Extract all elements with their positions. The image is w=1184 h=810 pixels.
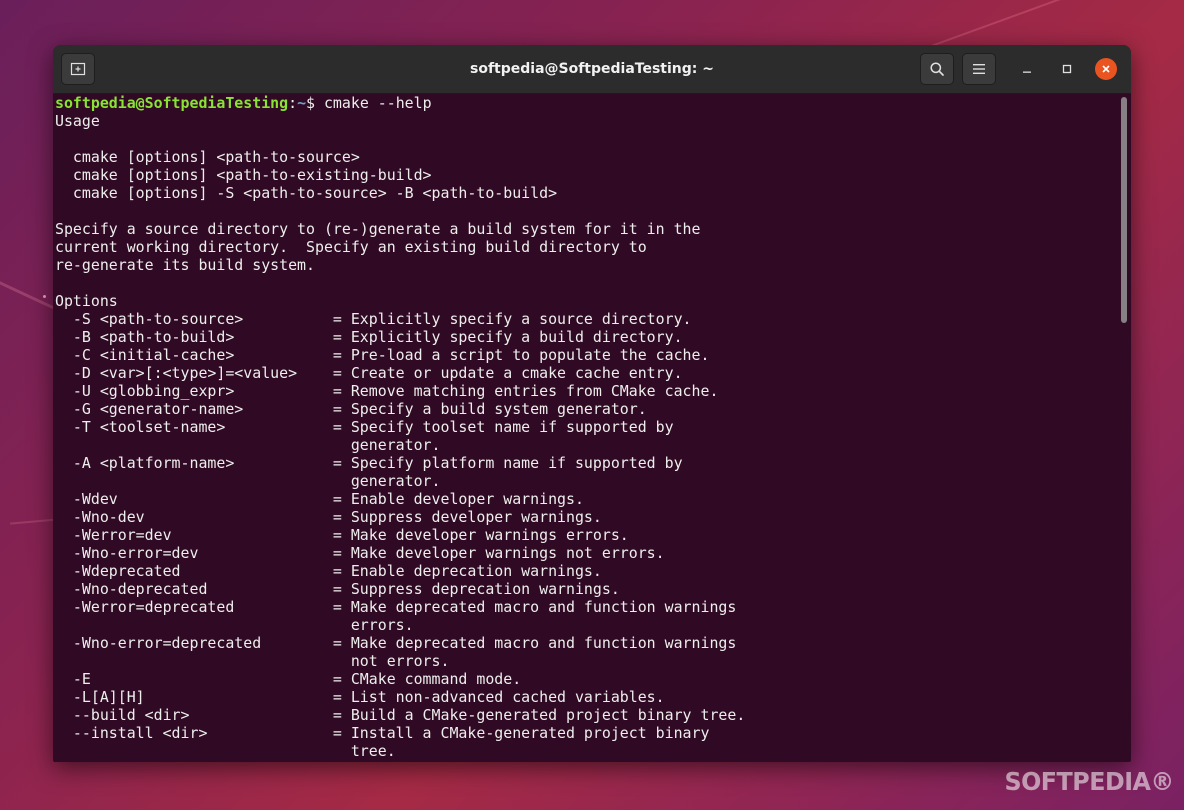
output-line: tree. [55, 742, 396, 760]
softpedia-watermark: SOFTPEDIA® [1004, 767, 1174, 796]
search-icon [930, 62, 944, 76]
output-line: --install <dir> = Install a CMake-genera… [55, 724, 710, 742]
output-line: -D <var>[:<type>]=<value> = Create or up… [55, 364, 683, 382]
wallpaper-dot [43, 295, 46, 298]
terminal-scrollbar[interactable] [1121, 97, 1127, 323]
output-line: -A <platform-name> = Specify platform na… [55, 454, 683, 472]
output-line: generator. [55, 472, 441, 490]
terminal-output[interactable]: softpedia@SoftpediaTesting:~$ cmake --he… [53, 94, 1119, 762]
output-line: not errors. [55, 652, 450, 670]
output-line: -Wno-deprecated = Suppress deprecation w… [55, 580, 620, 598]
search-button[interactable] [920, 53, 954, 85]
output-line: -Wdeprecated = Enable deprecation warnin… [55, 562, 602, 580]
output-line: Options [55, 292, 118, 310]
minimize-button[interactable] [1016, 58, 1038, 80]
output-line: current working directory. Specify an ex… [55, 238, 647, 256]
output-line: cmake [options] <path-to-source> [55, 148, 360, 166]
output-line: -B <path-to-build> = Explicitly specify … [55, 328, 683, 346]
output-line: -Werror=deprecated = Make deprecated mac… [55, 598, 737, 616]
output-line: --build <dir> = Build a CMake-generated … [55, 706, 746, 724]
output-line: Usage [55, 112, 100, 130]
output-line: -Wno-error=deprecated = Make deprecated … [55, 634, 737, 652]
prompt-symbol: $ [306, 94, 324, 112]
output-line: generator. [55, 436, 441, 454]
maximize-button[interactable] [1056, 58, 1078, 80]
new-tab-icon [70, 62, 86, 76]
output-line: -Wdev = Enable developer warnings. [55, 490, 584, 508]
output-line: -E = CMake command mode. [55, 670, 522, 688]
output-line: -Werror=dev = Make developer warnings er… [55, 526, 629, 544]
output-line: cmake [options] -S <path-to-source> -B <… [55, 184, 558, 202]
hamburger-menu-icon [973, 64, 985, 74]
maximize-icon [1062, 64, 1072, 74]
output-line: -S <path-to-source> = Explicitly specify… [55, 310, 692, 328]
menu-button[interactable] [962, 53, 996, 85]
output-line: cmake [options] <path-to-existing-build> [55, 166, 432, 184]
output-line: -L[A][H] = List non-advanced cached vari… [55, 688, 665, 706]
close-icon [1102, 65, 1110, 73]
output-line: -Wno-dev = Suppress developer warnings. [55, 508, 602, 526]
output-line: -T <toolset-name> = Specify toolset name… [55, 418, 674, 436]
prompt-command: cmake --help [323, 94, 432, 112]
close-button[interactable] [1095, 58, 1117, 80]
output-line: -C <initial-cache> = Pre-load a script t… [55, 346, 710, 364]
minimize-icon [1023, 71, 1031, 73]
output-line: Specify a source directory to (re-)gener… [55, 220, 701, 238]
prompt-user-host: softpedia@SoftpediaTesting [55, 94, 289, 112]
help-output: Usage cmake [options] <path-to-source> c… [55, 112, 1119, 760]
terminal-window: softpedia@SoftpediaTesting: ~ softpedia@… [53, 45, 1131, 762]
output-line: -U <globbing_expr> = Remove matching ent… [55, 382, 719, 400]
new-tab-button[interactable] [61, 53, 95, 85]
command-prompt-line: softpedia@SoftpediaTesting:~$ cmake --he… [55, 94, 1119, 112]
output-line: -Wno-error=dev = Make developer warnings… [55, 544, 665, 562]
prompt-separator: : [288, 94, 298, 112]
output-line: -G <generator-name> = Specify a build sy… [55, 400, 647, 418]
output-line: errors. [55, 616, 414, 634]
output-line: re-generate its build system. [55, 256, 315, 274]
window-titlebar[interactable]: softpedia@SoftpediaTesting: ~ [53, 45, 1131, 94]
prompt-path: ~ [297, 94, 307, 112]
